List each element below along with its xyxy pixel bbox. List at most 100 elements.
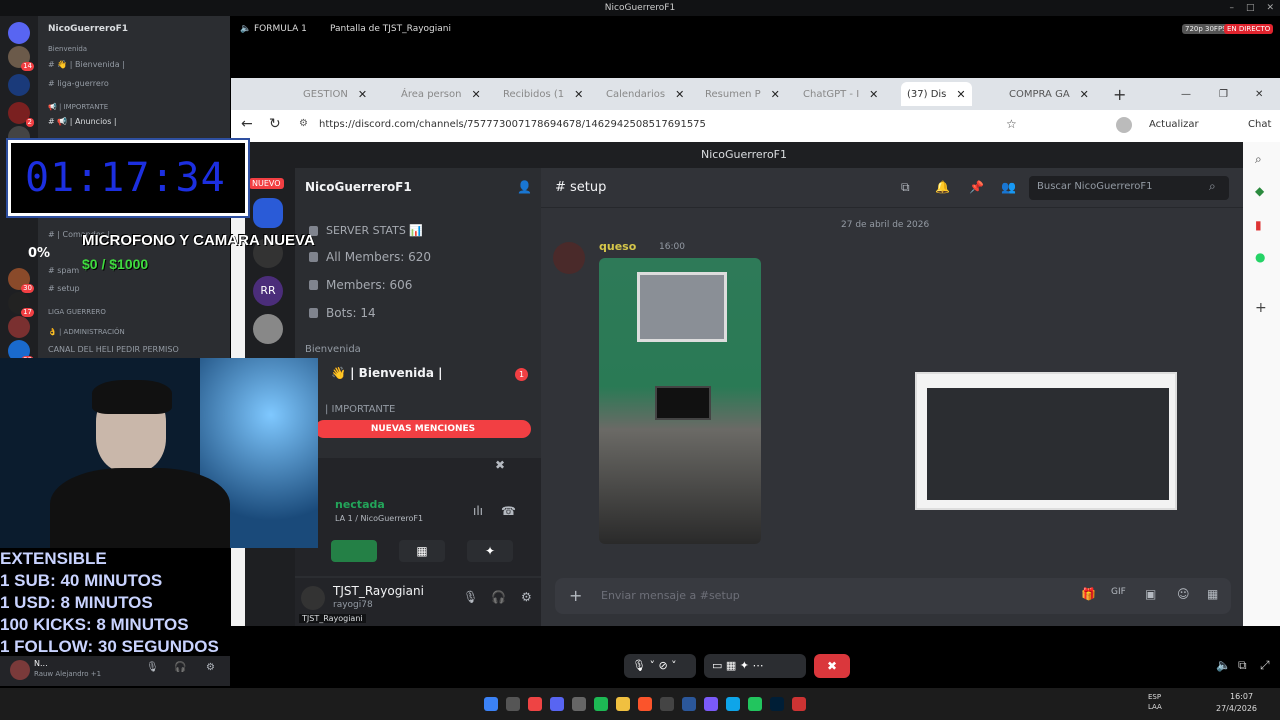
microphone-icon[interactable]: 🎙 [463,590,478,604]
search-icon[interactable] [506,697,520,711]
stat-members[interactable]: Members: 606 [309,278,412,292]
server-name[interactable]: NicoGuerreroF1 [305,180,412,194]
profile-avatar[interactable] [1116,117,1132,133]
avatar[interactable] [10,660,30,680]
chrome-icon[interactable] [528,697,542,711]
close-tab-icon[interactable]: ✕ [358,88,367,101]
tab-compra[interactable]: COMPRA GA ✕ [1009,82,1089,106]
folder-icon[interactable] [616,697,630,711]
tab-resumen[interactable]: Resumen P ✕ [705,82,780,106]
emoji-icon[interactable]: ☺ [1177,587,1190,601]
clock-date[interactable]: 27/4/2026 [1216,704,1257,713]
close-window-icon[interactable]: ✕ [1255,82,1263,106]
stat-all-members[interactable]: All Members: 620 [309,250,431,264]
category-liga-guerrero[interactable]: LIGA GUERRERO [48,308,106,316]
tab-chatgpt[interactable]: ChatGPT - I ✕ [803,82,878,106]
app-icon[interactable] [792,697,806,711]
channel-liga-guerrero[interactable]: # liga-guerrero [48,79,109,88]
tools-icon[interactable]: ▮ [1255,218,1262,232]
word-icon[interactable] [682,697,696,711]
category-bienvenida[interactable]: Bienvenida [305,344,361,355]
volume-icon[interactable]: 🔈 [1216,658,1231,672]
close-tab-icon[interactable]: ✕ [675,88,684,101]
channel-bienvenida[interactable]: # 👋 | Bienvenida | [48,60,125,69]
app-icon[interactable] [660,697,674,711]
server-icon[interactable]: 30 [8,268,34,293]
maximize-icon[interactable]: ❐ [1219,82,1228,106]
minimize-icon[interactable]: — [1181,82,1191,106]
soundwave-icon[interactable]: ılı [473,504,483,518]
brave-icon[interactable] [638,697,652,711]
settings-icon[interactable]: ⚙ [206,662,215,673]
close-tab-icon[interactable]: ✕ [869,88,878,101]
tab-calendarios[interactable]: Calendarios ✕ [606,82,684,106]
close-tab-icon[interactable]: ✕ [1080,88,1089,101]
edge-icon[interactable] [726,697,740,711]
discord-home-icon[interactable] [8,22,30,44]
invite-icon[interactable]: 👤 [517,180,532,194]
attached-screenshot[interactable] [915,372,1177,510]
volume-icon[interactable]: 🔈 [240,24,251,34]
channel-spam[interactable]: # spam [48,266,79,275]
url-field[interactable]: https://discord.com/channels/75777300717… [319,119,706,130]
server-icon[interactable]: 2 [8,102,34,127]
app-icon[interactable] [572,697,586,711]
new-mentions-banner[interactable]: NUEVAS MENCIONES [315,420,531,438]
close-tab-icon[interactable]: ✕ [574,88,583,101]
close-tab-icon[interactable]: ✕ [771,88,780,101]
category-bienvenida[interactable]: Bienvenida [48,45,87,53]
photoshop-icon[interactable] [770,697,784,711]
soundboard-icon[interactable]: ✦ [467,540,513,562]
app-icon[interactable] [704,697,718,711]
whatsapp-icon[interactable]: ● [1255,250,1265,264]
sticker-icon[interactable]: ▣ [1145,587,1156,601]
spotify-icon[interactable] [594,697,608,711]
start-icon[interactable] [484,697,498,711]
attach-icon[interactable]: + [569,586,582,605]
pin-icon[interactable]: 📌 [969,180,984,194]
update-button[interactable]: Actualizar [1149,119,1199,130]
reload-icon[interactable]: ↻ [269,116,281,132]
avatar[interactable] [301,586,325,610]
search-input[interactable]: Buscar NicoGuerreroF1 ⌕ [1029,176,1229,200]
language-indicator[interactable]: ESP LAA [1148,692,1162,712]
gift-icon[interactable]: 🎁 [1081,587,1096,601]
server-icon[interactable]: RR [253,276,283,306]
user-name[interactable]: N... [34,659,48,668]
app-icon[interactable] [748,697,762,711]
clock-time[interactable]: 16:07 [1230,692,1253,701]
discord-icon[interactable] [550,697,564,711]
voice-channel[interactable]: LA 1 / NicoGuerreroF1 [335,514,423,523]
maximize-icon[interactable]: □ [1246,0,1255,16]
copilot-chat-button[interactable]: Chat [1248,119,1271,130]
threads-icon[interactable]: ⧉ [901,180,910,195]
disconnect-button[interactable]: ✖ [814,654,850,678]
server-icon[interactable] [253,314,283,344]
server-icon[interactable] [8,316,30,338]
members-icon[interactable]: 👥 [1001,180,1016,194]
close-tab-icon[interactable]: ✕ [956,88,965,101]
stat-bots[interactable]: Bots: 14 [309,306,376,320]
favorite-icon[interactable]: ☆ [1006,117,1017,131]
stats-header[interactable]: SERVER STATS 📊 [309,224,423,237]
tab-recibidos[interactable]: Recibidos (1 ✕ [503,82,583,106]
headphones-icon[interactable]: 🎧 [174,662,186,673]
message-author[interactable]: queso [599,240,636,253]
channel-setup[interactable]: # setup [48,284,80,293]
search-icon[interactable]: ⌕ [1255,152,1262,167]
popout-icon[interactable]: ⧉ [1238,658,1247,673]
activity-icon[interactable]: ▦ [399,540,445,562]
category-administracion[interactable]: 👌 | ADMINISTRACIÓN [48,328,125,336]
tab-gestion[interactable]: GESTION ✕ [303,82,367,106]
fullscreen-icon[interactable]: ⤢ [1260,658,1270,673]
channel-bienvenida[interactable]: 👋 | Bienvenida | [331,366,443,380]
message-input[interactable]: + Enviar mensaje a #setup 🎁 GIF ▣ ☺ ▦ [555,578,1231,614]
quality-badge[interactable]: 720p 30FPS [1182,24,1230,34]
share-controls[interactable]: ▭ ▦ ✦ ⋯ [704,654,806,678]
category-importante[interactable]: 📢 | IMPORTANTE [48,103,108,111]
channel-anuncios[interactable]: # 📢 | Anuncios | [48,117,117,126]
gif-icon[interactable]: GIF [1111,587,1126,597]
close-icon[interactable]: ✖ [495,458,505,472]
message-avatar[interactable] [553,242,585,274]
microphone-icon[interactable]: 🎙 [146,662,159,673]
